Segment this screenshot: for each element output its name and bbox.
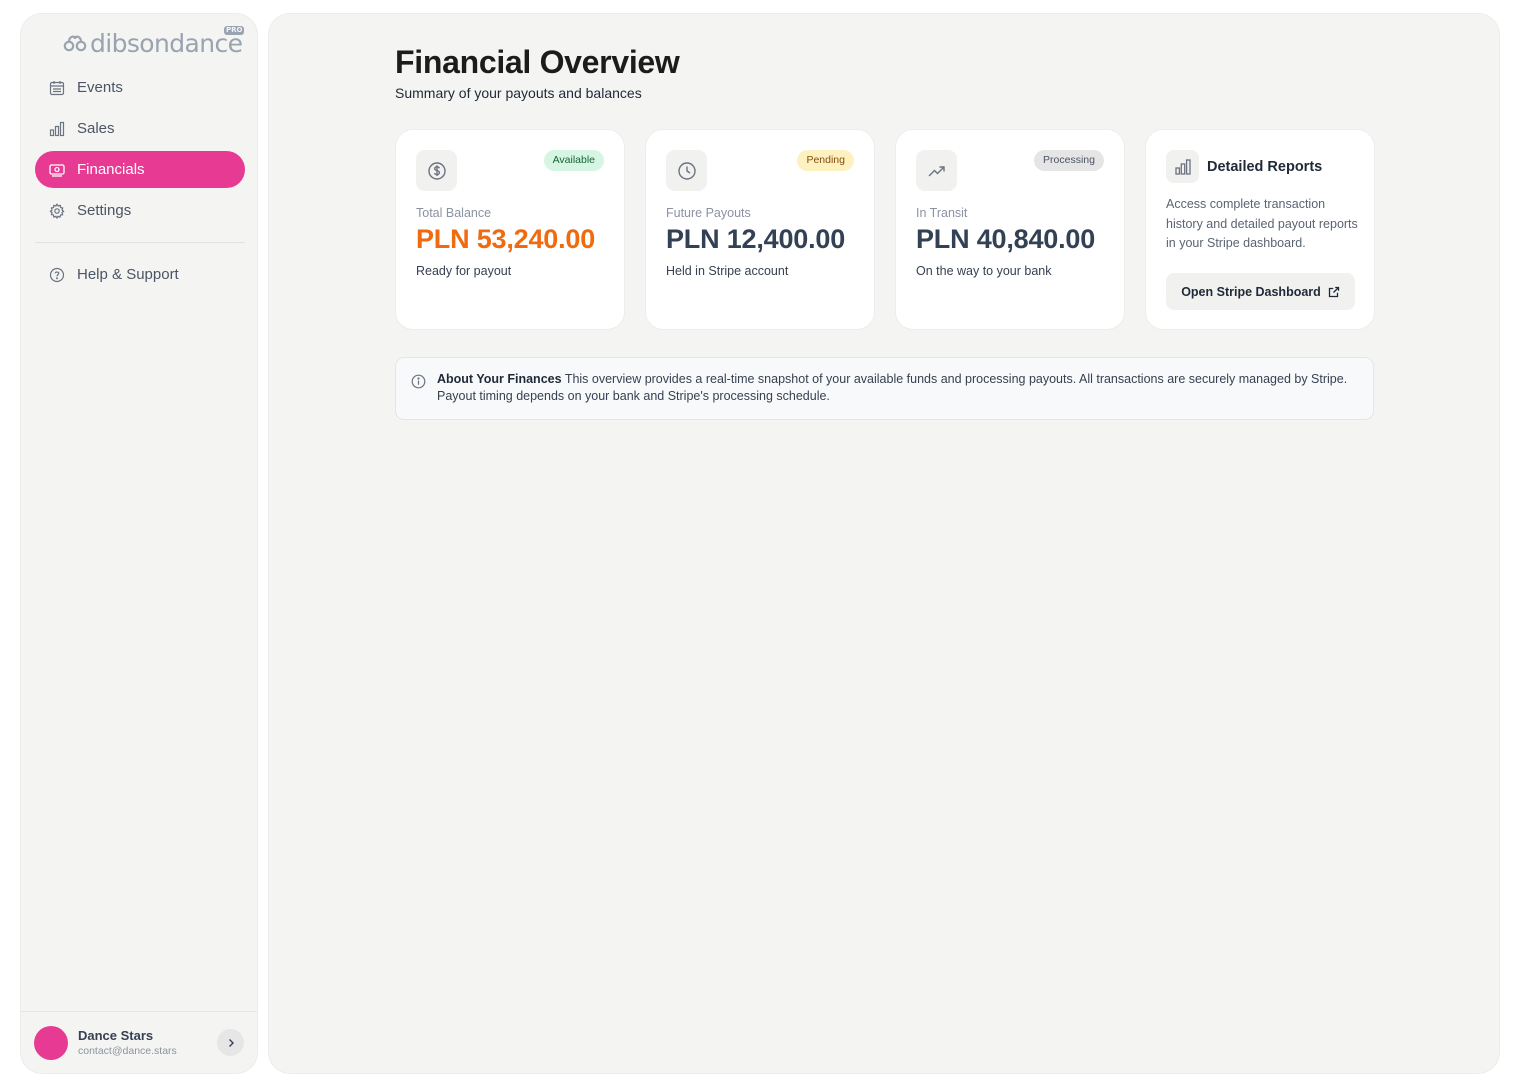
money-icon xyxy=(49,162,65,178)
card-amount: PLN 12,400.00 xyxy=(666,224,846,254)
brand-pro-badge: PRO xyxy=(223,26,245,35)
brand-logo-text: dibsondance xyxy=(90,28,243,58)
sidebar-help-section: Help & Support xyxy=(35,256,245,297)
card-icon-box xyxy=(416,150,457,191)
sidebar-item-sales[interactable]: Sales xyxy=(35,110,245,147)
card-label: Future Payouts xyxy=(666,206,751,220)
external-link-icon xyxy=(1328,286,1340,298)
brand-logo[interactable]: dibsondance PRO xyxy=(63,26,245,58)
sidebar-item-settings[interactable]: Settings xyxy=(35,192,245,229)
sidebar-divider xyxy=(35,242,245,243)
info-body: This overview provides a real-time snaps… xyxy=(437,372,1348,403)
detailed-reports-card: Detailed Reports Access complete transac… xyxy=(1145,129,1375,330)
info-icon xyxy=(411,374,426,389)
main-content: Financial Overview Summary of your payou… xyxy=(268,13,1500,1074)
status-badge: Pending xyxy=(797,150,854,171)
in-transit-card: Processing In Transit PLN 40,840.00 On t… xyxy=(895,129,1125,330)
status-badge: Processing xyxy=(1034,150,1104,171)
finances-info-banner: About Your Finances This overview provid… xyxy=(395,357,1374,420)
sidebar-item-label: Help & Support xyxy=(77,266,179,283)
report-header: Detailed Reports xyxy=(1166,150,1322,183)
avatar xyxy=(34,1025,68,1060)
chevron-right-icon xyxy=(226,1038,236,1048)
help-circle-icon xyxy=(49,267,65,283)
card-description: On the way to your bank xyxy=(916,264,1052,278)
card-icon-box xyxy=(916,150,957,191)
open-stripe-dashboard-button[interactable]: Open Stripe Dashboard xyxy=(1166,273,1355,310)
clock-icon xyxy=(677,161,697,181)
card-icon-box xyxy=(666,150,707,191)
user-info: Dance Stars contact@dance.stars xyxy=(78,1028,177,1057)
page-title: Financial Overview xyxy=(395,44,680,80)
card-label: Total Balance xyxy=(416,206,492,220)
user-profile[interactable]: Dance Stars contact@dance.stars xyxy=(21,1011,257,1073)
future-payouts-card: Pending Future Payouts PLN 12,400.00 Hel… xyxy=(645,129,875,330)
bar-chart-icon xyxy=(49,121,65,137)
info-text: About Your Finances This overview provid… xyxy=(437,371,1357,405)
card-label: In Transit xyxy=(916,206,968,220)
card-description: Held in Stripe account xyxy=(666,264,789,278)
brand-logo-icon xyxy=(63,34,87,52)
card-amount: PLN 53,240.00 xyxy=(416,224,596,254)
sidebar-item-help[interactable]: Help & Support xyxy=(35,256,245,293)
sidebar-item-label: Financials xyxy=(77,161,145,178)
card-description: Ready for payout xyxy=(416,264,512,278)
user-email: contact@dance.stars xyxy=(78,1045,177,1057)
card-amount: PLN 40,840.00 xyxy=(916,224,1096,254)
sidebar-item-financials[interactable]: Financials xyxy=(35,151,245,188)
sidebar-nav: Events Sales Financials Settings xyxy=(35,69,245,233)
bar-chart-icon xyxy=(1174,158,1192,176)
sidebar-item-events[interactable]: Events xyxy=(35,69,245,106)
sidebar-item-label: Sales xyxy=(77,120,115,137)
user-menu-button[interactable] xyxy=(217,1029,244,1056)
report-title: Detailed Reports xyxy=(1207,158,1323,175)
report-description: Access complete transaction history and … xyxy=(1166,197,1358,250)
status-badge: Available xyxy=(543,150,604,171)
report-icon-box xyxy=(1166,150,1199,183)
button-label: Open Stripe Dashboard xyxy=(1181,284,1321,299)
calendar-icon xyxy=(49,80,65,96)
info-title: About Your Finances xyxy=(437,372,562,386)
sidebar-item-label: Events xyxy=(77,79,123,96)
page-subtitle: Summary of your payouts and balances xyxy=(395,85,642,101)
sidebar-item-label: Settings xyxy=(77,202,132,219)
trending-up-icon xyxy=(927,161,947,181)
dollar-circle-icon xyxy=(427,161,447,181)
sidebar: dibsondance PRO Events Sales Financials … xyxy=(20,13,258,1074)
user-name: Dance Stars xyxy=(78,1028,154,1043)
total-balance-card: Available Total Balance PLN 53,240.00 Re… xyxy=(395,129,625,330)
gear-icon xyxy=(49,202,65,219)
